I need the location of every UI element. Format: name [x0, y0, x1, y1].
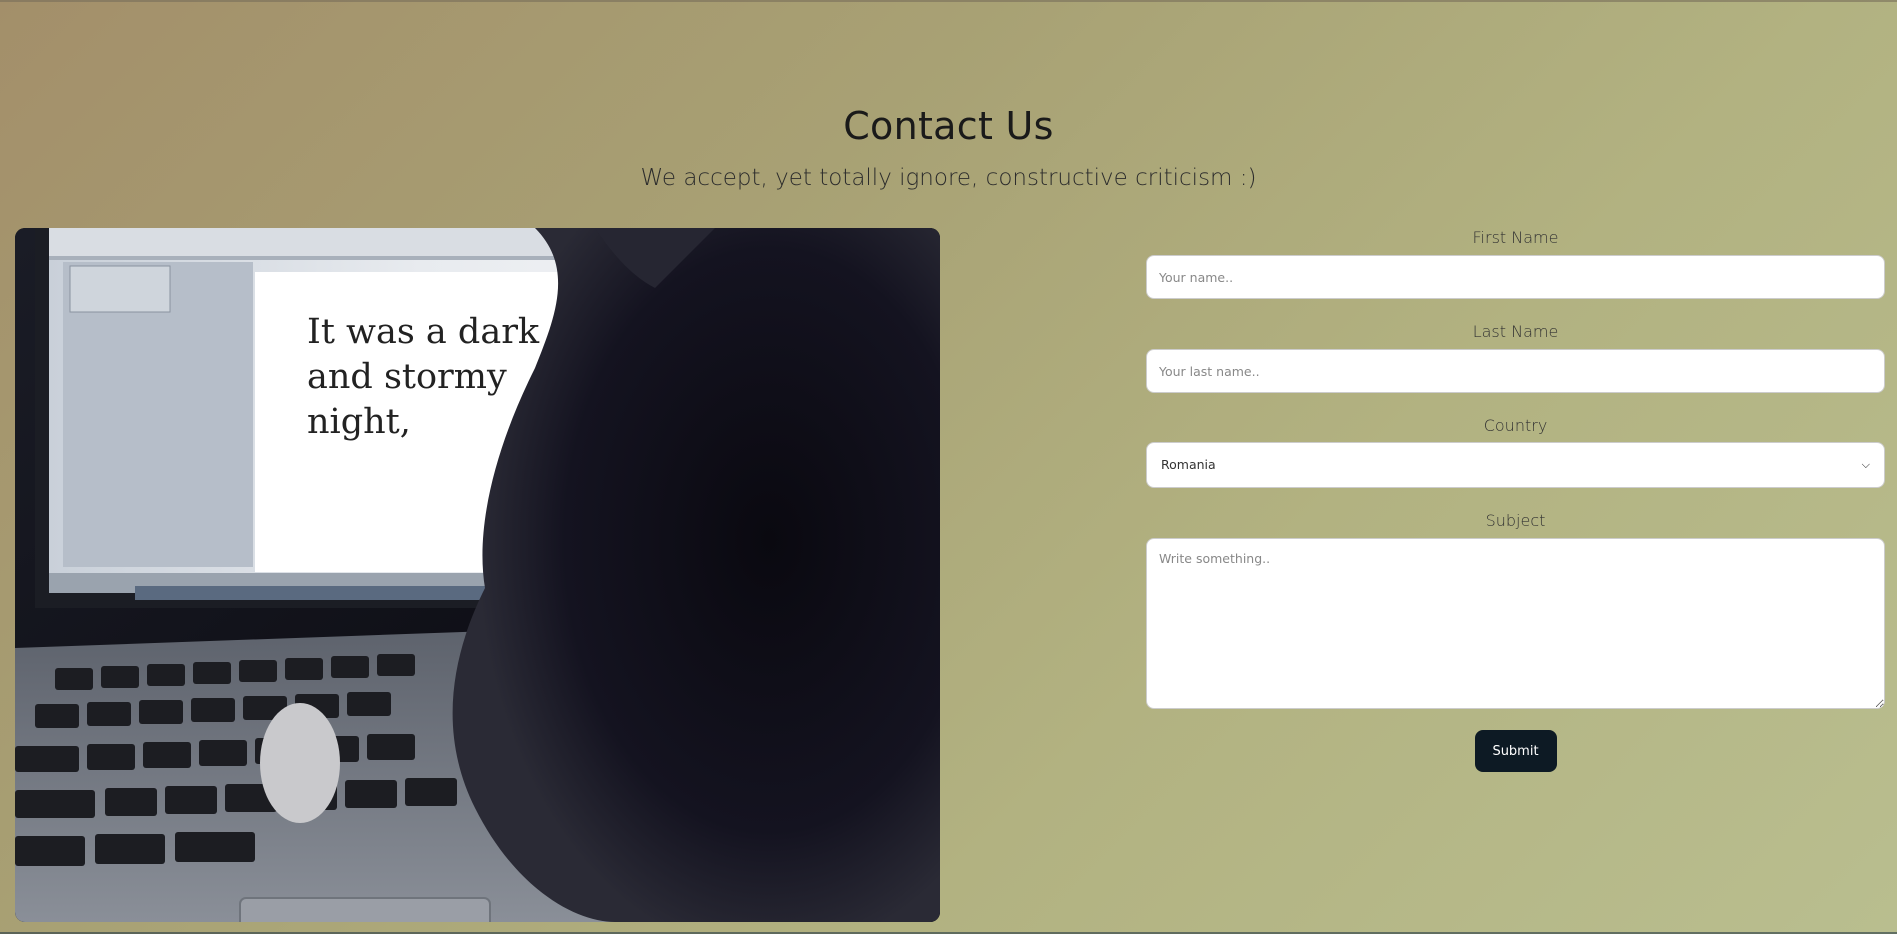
country-selected-value: Romania	[1161, 457, 1216, 472]
subject-textarea[interactable]	[1146, 538, 1885, 709]
country-label: Country	[1483, 416, 1548, 435]
chevron-down-icon: ⌵	[1861, 458, 1870, 471]
last-name-label: Last Name	[1472, 322, 1559, 341]
first-name-input[interactable]	[1146, 255, 1885, 299]
subject-label: Subject	[1485, 511, 1546, 530]
laptop-screen-text: It was a dark and stormy night,	[307, 312, 540, 442]
country-select[interactable]: Romania ⌵	[1146, 442, 1885, 488]
first-name-label: First Name	[1472, 228, 1559, 247]
cat-laptop-photo: It was a dark and stormy night,	[15, 228, 940, 922]
contact-form: First Name Last Name Country Romania ⌵ S…	[1146, 228, 1885, 772]
submit-button[interactable]: Submit	[1474, 730, 1557, 772]
page-subtitle: We accept, yet totally ignore, construct…	[640, 165, 1257, 191]
top-border	[0, 0, 1897, 2]
page-title: Contact Us	[843, 104, 1054, 148]
last-name-input[interactable]	[1146, 349, 1885, 393]
